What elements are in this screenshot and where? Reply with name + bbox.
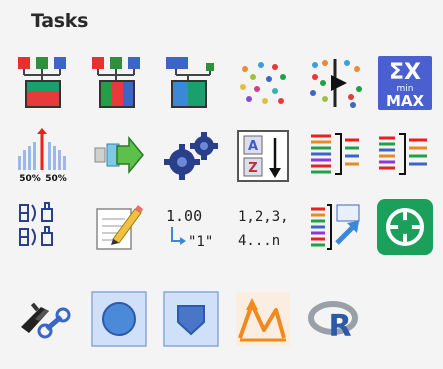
sequence-top-label: 1,2,3, [238,209,289,225]
color-lines-right-button[interactable] [372,125,434,187]
number-to-text-button[interactable]: 1.00 "1" [160,196,222,258]
hierarchy-green-icon [92,57,140,108]
number-bottom-label: "1" [188,234,213,250]
gears-button[interactable] [160,125,222,187]
circle-shape-button[interactable] [88,288,150,350]
number-top-label: 1.00 [166,207,202,225]
sequence-bottom-label: 4...n [238,233,280,249]
scatter-dots-button[interactable] [232,52,294,114]
color-lines-button[interactable] [304,125,366,187]
green-circle-button[interactable] [374,196,436,258]
r-letter: R [328,309,351,344]
split-left-label: 50% [19,174,41,184]
scatter-dots-icon [240,62,286,104]
hierarchy-green-button[interactable] [88,52,150,114]
dots-arrow-icon [310,59,362,108]
sort-a-label: A [248,139,258,154]
peak-curve-icon [236,292,290,346]
pentagon-shape-button[interactable] [160,288,222,350]
sum-label: ΣX [389,60,421,85]
r-language-icon: R [308,301,358,344]
edit-pencil-icon [96,205,143,250]
hierarchy-red-icon [18,57,66,108]
peak-curve-button[interactable] [232,288,294,350]
split-right-label: 50% [45,174,67,184]
dots-arrow-button[interactable] [304,52,366,114]
lines-export-button[interactable] [304,196,366,258]
color-lines-icon [311,133,359,175]
submarine-wrench-button[interactable] [14,288,76,350]
sum-min-max-icon: ΣX min MAX [378,56,432,110]
green-arrow-button[interactable] [88,125,150,187]
gears-icon [164,132,218,180]
number-to-text-icon: 1.00 "1" [166,207,213,250]
hierarchy-blue-icon [166,57,214,108]
edit-pencil-button[interactable] [88,196,150,258]
sum-min-max-button[interactable]: ΣX min MAX [374,52,436,114]
split-50-50-button[interactable]: 50% 50% [14,125,76,187]
green-circle-icon [377,199,433,255]
sort-az-icon: A Z [237,130,289,182]
bracket-pairs-button[interactable] [14,196,76,258]
r-language-button[interactable]: R [304,288,366,350]
submarine-wrench-icon [21,302,71,339]
sort-z-label: Z [248,161,257,176]
green-arrow-icon [94,135,144,175]
panel-title: Tasks [31,10,89,32]
lines-export-icon [311,204,360,250]
tasks-panel: Tasks ΣX min MAX 50% 50% A Z 1.00 "1" 1,… [0,0,443,369]
split-50-50-icon: 50% 50% [18,128,67,184]
bracket-pairs-icon [19,202,53,246]
number-sequence-button[interactable]: 1,2,3, 4...n [232,196,294,258]
hierarchy-red-button[interactable] [14,52,76,114]
hierarchy-blue-button[interactable] [160,52,222,114]
circle-shape-icon [91,291,147,347]
color-lines-right-icon [379,133,427,175]
sort-az-button[interactable]: A Z [232,125,294,187]
number-sequence-icon: 1,2,3, 4...n [238,209,289,249]
max-label: MAX [386,92,425,110]
pentagon-shape-icon [163,291,219,347]
